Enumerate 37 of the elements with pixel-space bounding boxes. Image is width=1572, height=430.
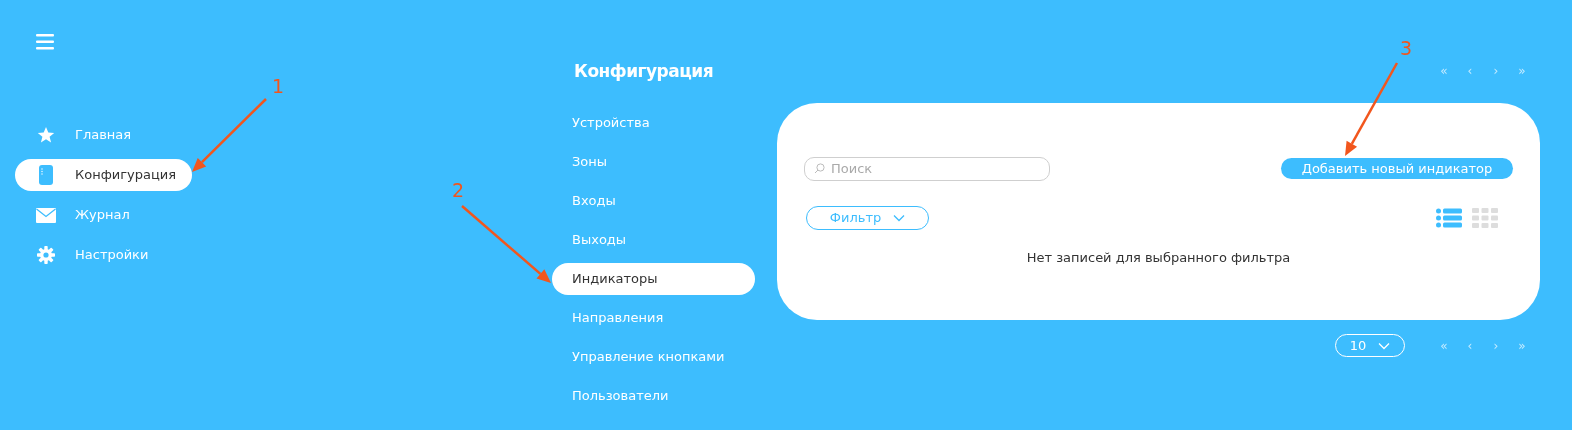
notebook-icon [39, 165, 53, 185]
list-view-icon[interactable] [1436, 208, 1462, 228]
chevron-down-icon [1378, 341, 1391, 350]
sidebar-item[interactable]: Конфигурация [15, 159, 192, 191]
menu-icon[interactable] [36, 33, 54, 51]
section-menu-item[interactable]: Управление кнопками [552, 341, 755, 373]
envelope-icon [36, 207, 56, 223]
pager-link[interactable]: » [1509, 334, 1535, 357]
sidebar-item[interactable]: Настройки [15, 239, 192, 271]
sidebar-item[interactable]: Главная [15, 119, 192, 151]
annotation-number: 2 [452, 179, 465, 201]
annotation-number: 3 [1400, 37, 1413, 59]
grid-view-icon[interactable] [1472, 208, 1498, 228]
pager-link[interactable]: « [1431, 60, 1457, 82]
section-menu-item[interactable]: Выходы [552, 224, 755, 256]
pager-link[interactable]: › [1483, 60, 1509, 82]
annotation-number: 1 [272, 75, 285, 97]
sidebar-item[interactable]: Журнал [15, 199, 192, 231]
section-menu-item[interactable]: Устройства [552, 107, 755, 139]
section-menu-item[interactable]: Индикаторы [552, 263, 755, 295]
section-menu-item[interactable]: Входы [552, 185, 755, 217]
add-indicator-button[interactable]: Добавить новый индикатор [1281, 157, 1513, 179]
pager-link[interactable]: › [1483, 334, 1509, 357]
pager-link[interactable]: ‹ [1457, 60, 1483, 82]
chevron-down-icon [893, 214, 906, 222]
pager-link[interactable]: » [1509, 60, 1535, 82]
star-icon [37, 126, 55, 144]
section-menu-item[interactable]: Зоны [552, 146, 755, 178]
section-menu-item[interactable]: Пользователи [552, 380, 755, 412]
section-title: Конфигурация [574, 60, 715, 83]
section-menu-item[interactable]: Направления [552, 302, 755, 334]
pager-link[interactable]: « [1431, 334, 1457, 357]
search-icon [814, 163, 825, 174]
search-field[interactable]: Поиск [804, 156, 1050, 181]
pager-link[interactable]: ‹ [1457, 334, 1483, 357]
settings-icon [37, 246, 55, 264]
empty-message: Нет записей для выбранного фильтра [1025, 249, 1292, 267]
